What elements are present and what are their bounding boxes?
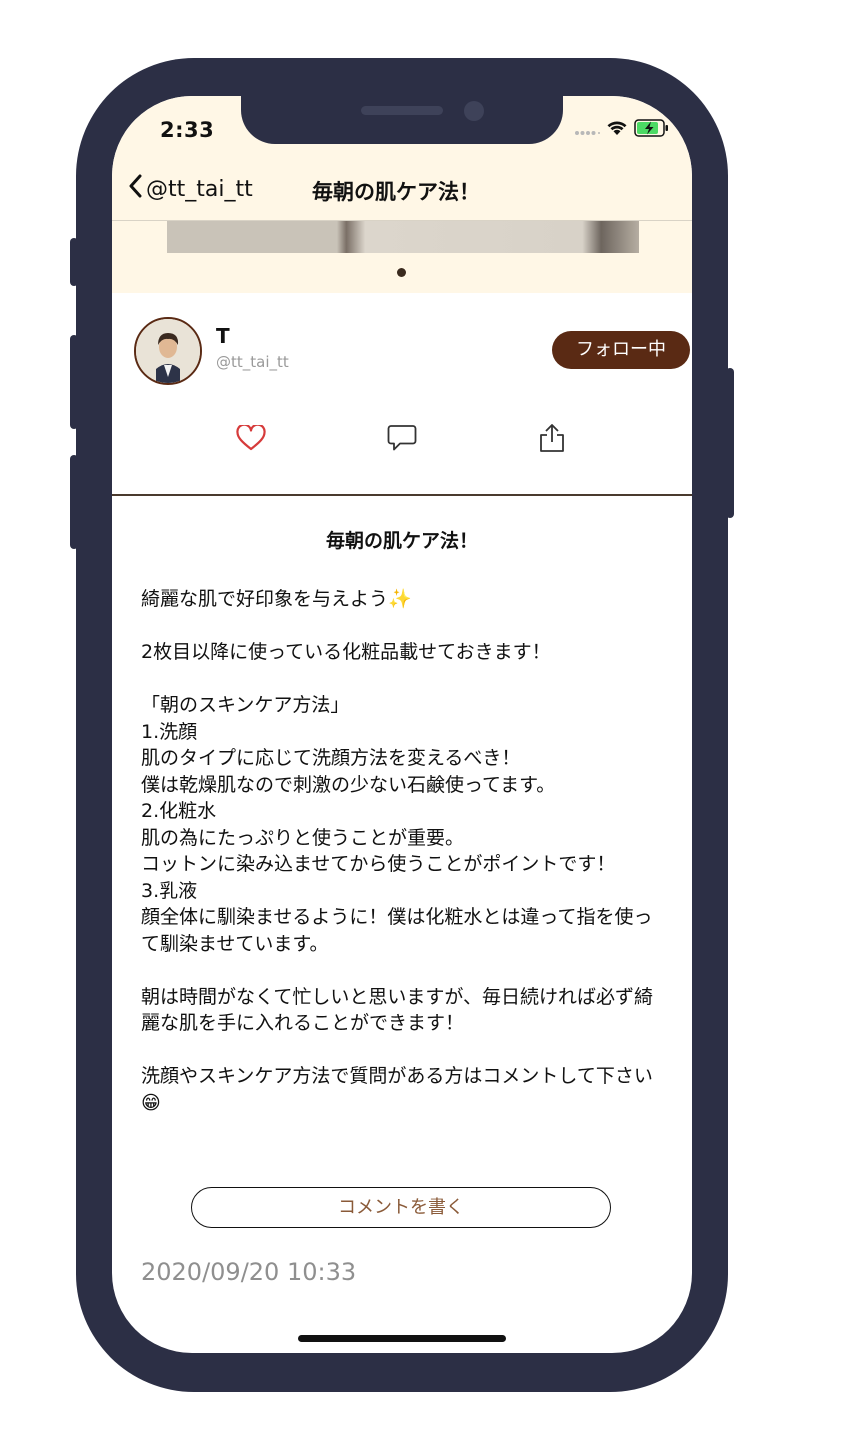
wifi-icon	[606, 120, 628, 140]
post-date: 2020/09/20 10:33	[141, 1258, 357, 1286]
post-title: 毎朝の肌ケア法！	[325, 530, 478, 552]
page-dot-active	[397, 268, 406, 277]
back-button[interactable]: @tt_tai_tt	[128, 174, 253, 204]
author-handle: @tt_tai_tt	[216, 353, 289, 371]
battery-charging-icon	[634, 119, 670, 141]
follow-button[interactable]: フォロー中	[552, 331, 690, 369]
volume-up-button	[70, 335, 78, 429]
share-icon	[538, 423, 566, 457]
mute-switch	[70, 238, 78, 286]
page-indicator	[112, 253, 692, 293]
heart-icon	[236, 423, 266, 455]
share-button[interactable]	[534, 422, 570, 458]
comment-bubble-icon	[387, 424, 417, 456]
volume-down-button	[70, 455, 78, 549]
app-screen: 2:33 @tt_tai_tt 毎朝の肌ケア法！ T @tt_tai_tt フォ…	[112, 96, 692, 1353]
power-button	[726, 368, 734, 518]
comment-button[interactable]	[384, 422, 420, 458]
write-comment-button[interactable]: コメントを書く	[191, 1187, 611, 1228]
post-body: 綺麗な肌で好印象を与えよう✨ 2枚目以降に使っている化粧品載せておきます！ 「朝…	[141, 588, 654, 1114]
home-indicator[interactable]	[298, 1335, 506, 1342]
chevron-left-icon	[128, 174, 142, 204]
like-button[interactable]	[233, 422, 269, 458]
status-icons	[574, 119, 670, 141]
status-time: 2:33	[160, 118, 215, 142]
back-label: @tt_tai_tt	[146, 176, 253, 202]
front-camera	[464, 101, 484, 121]
speaker-grille	[361, 106, 443, 115]
photo-carousel[interactable]	[112, 221, 692, 253]
avatar[interactable]	[134, 317, 202, 385]
post-photo	[167, 221, 639, 253]
nav-title: 毎朝の肌ケア法！	[312, 180, 480, 204]
author-name[interactable]: T	[216, 324, 230, 348]
content-divider	[112, 494, 692, 496]
notch	[241, 96, 563, 144]
signal-dots-icon	[574, 121, 600, 140]
